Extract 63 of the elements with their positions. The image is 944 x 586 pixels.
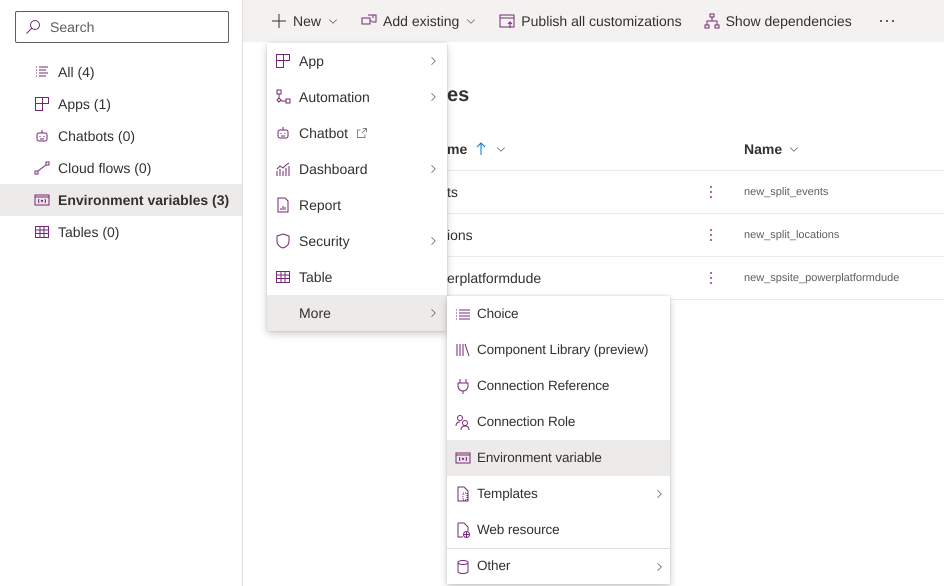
menu-item[interactable]: Table bbox=[267, 259, 447, 295]
people-icon bbox=[455, 414, 471, 430]
menu-item[interactable]: Report bbox=[267, 187, 447, 223]
sidebar-item[interactable]: Apps (1) bbox=[0, 88, 242, 120]
menu-item[interactable]: Web resource bbox=[447, 512, 670, 548]
search-field[interactable]: Search bbox=[15, 11, 229, 43]
menu-item[interactable]: Choice bbox=[447, 296, 670, 332]
hierarchy-icon bbox=[704, 13, 720, 29]
menu-item[interactable]: Component Library (preview) bbox=[447, 332, 670, 368]
sidebar-item[interactable]: Environment variables (3) bbox=[0, 184, 242, 216]
more-options-icon[interactable] bbox=[709, 227, 713, 243]
shield-icon bbox=[275, 233, 291, 249]
robot-icon bbox=[34, 128, 50, 144]
menu-item[interactable]: More bbox=[267, 295, 447, 331]
page-heading: es bbox=[447, 83, 470, 108]
sidebar-item[interactable]: Chatbots (0) bbox=[0, 120, 242, 152]
table-cell-text: ts bbox=[447, 182, 459, 202]
sidebar-item[interactable]: All (4) bbox=[0, 56, 242, 88]
table-icon bbox=[34, 224, 50, 240]
external-link-icon bbox=[356, 127, 368, 139]
menu-item[interactable]: Connection Role bbox=[447, 404, 670, 440]
menu-item[interactable]: Automation bbox=[267, 79, 447, 115]
flow-icon bbox=[34, 160, 50, 176]
menu-item[interactable]: Chatbot bbox=[267, 115, 447, 151]
toolbar-button[interactable]: Publish all customizations bbox=[495, 5, 686, 37]
sidebar-item[interactable]: Cloud flows (0) bbox=[0, 152, 242, 184]
toolbar-button[interactable]: New bbox=[267, 5, 344, 37]
menu-item[interactable]: Templates bbox=[447, 476, 670, 512]
automation-icon bbox=[275, 89, 291, 105]
search-icon bbox=[25, 19, 41, 35]
web-page-icon bbox=[455, 522, 471, 538]
menu-item[interactable]: Connection Reference bbox=[447, 368, 670, 404]
variable-icon bbox=[34, 192, 50, 208]
library-icon bbox=[455, 342, 471, 358]
template-icon bbox=[455, 486, 471, 502]
toolbar-button[interactable]: Show dependencies bbox=[700, 5, 856, 37]
plus-icon bbox=[271, 13, 287, 29]
grid-icon bbox=[275, 53, 291, 69]
grid-icon bbox=[34, 96, 50, 112]
menu-item[interactable]: App bbox=[267, 43, 447, 79]
column-header[interactable]: Name bbox=[729, 138, 800, 160]
sidebar-item[interactable]: Tables (0) bbox=[0, 216, 242, 248]
table-cell-text: new_split_events bbox=[743, 184, 828, 200]
table-cell-text: erplatformdude bbox=[447, 268, 542, 288]
menu-item[interactable]: Other bbox=[447, 548, 670, 584]
table-cell-text: new_split_locations bbox=[743, 228, 840, 243]
table-cell-text: new_spsite_powerplatformdude bbox=[743, 270, 900, 286]
database-icon bbox=[455, 558, 471, 574]
table-icon bbox=[275, 269, 291, 285]
menu-item[interactable]: Environment variable bbox=[447, 440, 670, 476]
plug-icon bbox=[455, 378, 471, 394]
more-options-icon[interactable] bbox=[709, 270, 713, 286]
toolbar-button[interactable]: Add existing bbox=[357, 5, 482, 37]
more-options-icon[interactable] bbox=[709, 184, 713, 200]
table-cell-text: ions bbox=[447, 226, 474, 244]
column-header[interactable]: me bbox=[447, 138, 693, 160]
robot-icon bbox=[275, 125, 291, 141]
menu-item[interactable]: Dashboard bbox=[267, 151, 447, 187]
variable-icon bbox=[455, 450, 471, 466]
chart-icon bbox=[275, 161, 291, 177]
report-icon bbox=[275, 197, 291, 213]
menu-item[interactable]: Security bbox=[267, 223, 447, 259]
publish-icon bbox=[499, 13, 516, 29]
